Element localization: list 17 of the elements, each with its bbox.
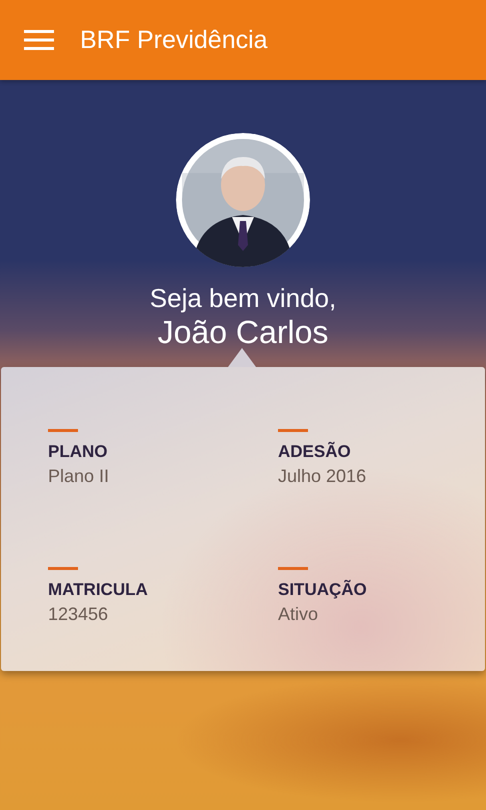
info-label: ADESÃO (278, 441, 352, 463)
accent-line (278, 429, 308, 432)
accent-line (48, 429, 78, 432)
accent-line (278, 567, 308, 570)
info-label: SITUAÇÃO (278, 579, 368, 601)
menu-icon (24, 29, 54, 51)
info-label: PLANO (48, 441, 108, 463)
info-value: Plano II (48, 465, 110, 488)
accent-line (48, 567, 78, 570)
info-label: MATRICULA (48, 579, 149, 601)
user-name: João Carlos (158, 313, 328, 351)
info-value: 123456 (48, 603, 110, 626)
welcome-greeting: Seja bem vindo, (150, 283, 336, 313)
info-value: Ativo (278, 603, 320, 626)
menu-button[interactable] (24, 29, 54, 51)
info-value: Julho 2016 (278, 465, 368, 488)
app-title: BRF Previdência (80, 26, 268, 54)
